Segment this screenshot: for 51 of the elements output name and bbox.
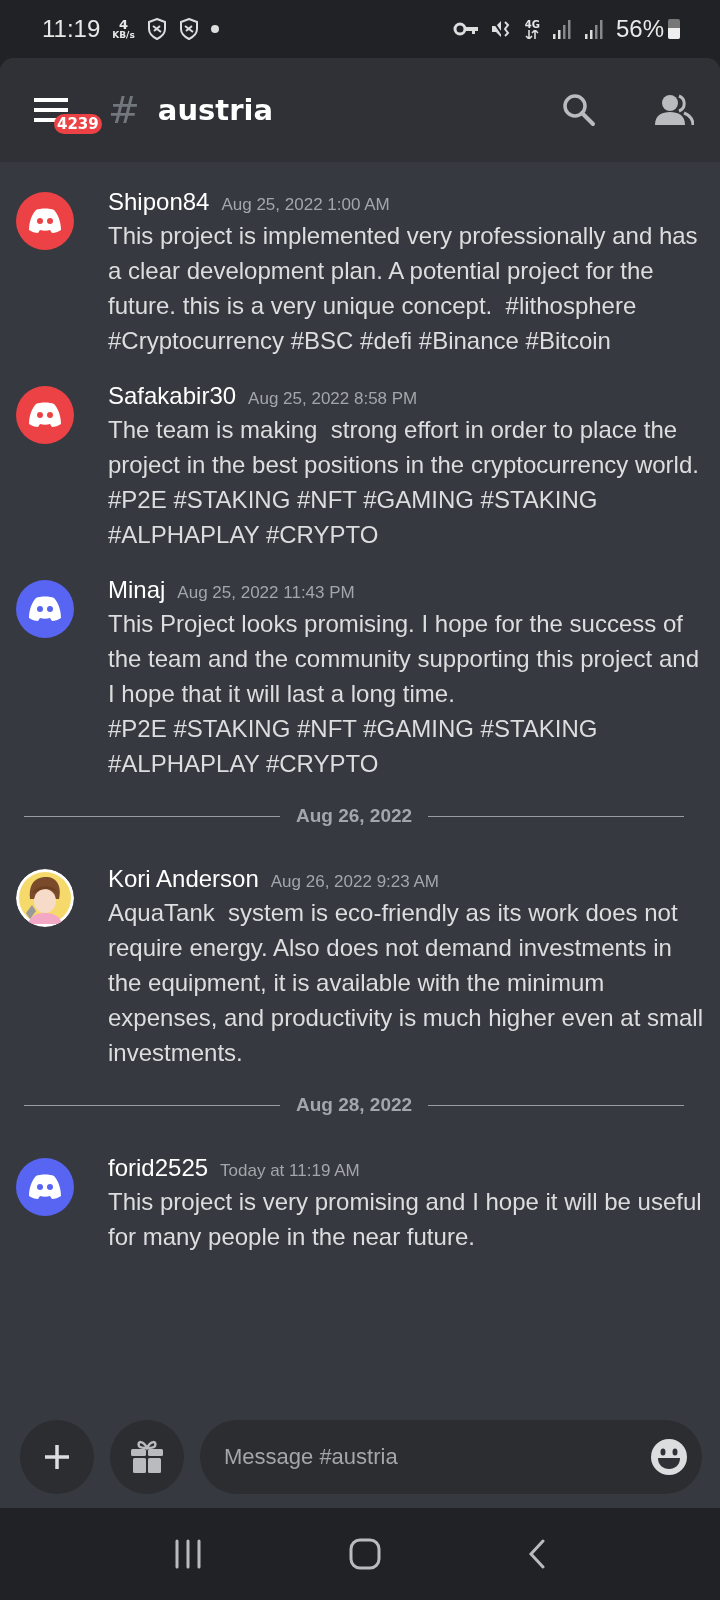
message-text: The team is making strong effort in order to place the project in the best positions in the cryptocurrency world. #P2E #STAKING #NFT #GAMING #STAKING #ALPHAPLAY #CRYPTO: [108, 415, 700, 550]
author-name[interactable]: Minaj: [108, 576, 166, 604]
members-icon[interactable]: [654, 94, 694, 126]
back-icon[interactable]: [527, 1539, 547, 1569]
shield-icon: [146, 18, 167, 40]
data-arrows-icon: [525, 29, 540, 39]
message-field[interactable]: Message #austria: [222, 1443, 650, 1471]
search-icon[interactable]: [562, 93, 596, 127]
message-text: This Project looks promising. I hope for the success of the team and the community supporting this project and I hope that it will last a long time. #P2E #STAKING #NFT #GAMING #STAKING #ALPHAPLAY #CRYPTO: [108, 609, 700, 779]
author-name[interactable]: forid2525: [108, 1154, 209, 1182]
message-time: Aug 25, 2022 8:58 PM: [248, 389, 418, 409]
message-text: This project is very promising and I hope it will be useful for many people in the near future.: [108, 1187, 703, 1252]
avatar[interactable]: [16, 386, 74, 444]
plus-icon: [43, 1443, 71, 1471]
date-divider: Aug 26, 2022: [295, 805, 413, 827]
battery-percent: 56%: [615, 15, 664, 43]
message-text: AquaTank system is eco-friendly as its work does not require energy. Also does not demand investments in the equipment, it is available with the minimum expenses, and productivity is much higher even at small investments.: [108, 898, 704, 1068]
recents-icon[interactable]: [173, 1539, 203, 1569]
key-icon: [452, 22, 479, 36]
author-name[interactable]: Kori Anderson: [108, 865, 259, 893]
network-type: 4G: [524, 19, 540, 30]
controller-face-icon: [28, 1174, 62, 1200]
gift-icon: [128, 1438, 166, 1476]
speed-value: 4: [119, 18, 129, 31]
status-time: 11:19: [42, 15, 101, 43]
controller-face-icon: [28, 596, 62, 622]
message-time: Aug 25, 2022 1:00 AM: [221, 195, 390, 215]
speed-unit: KB/s: [112, 31, 135, 40]
battery-icon: [668, 19, 680, 39]
emoji-icon[interactable]: [650, 1438, 688, 1476]
avatar[interactable]: [16, 192, 74, 250]
channel-hash: #: [108, 88, 140, 132]
dot-icon: [210, 25, 219, 33]
author-name[interactable]: Safakabir30: [108, 382, 237, 410]
signal-icon: [551, 19, 572, 39]
controller-face-icon: [28, 402, 62, 428]
message-text: This project is implemented very professionally and has a clear development plan. A potential project for the future. this is a very unique concept. #lithosphere #Cryptocurrency #BSC #defi #Binance #Bitcoin: [108, 221, 699, 356]
avatar[interactable]: [16, 1158, 74, 1216]
message-bar[interactable]: Message #austria: [200, 1420, 702, 1494]
date-divider: Aug 28, 2022: [295, 1094, 413, 1116]
home-icon[interactable]: [349, 1538, 381, 1570]
message-time: Aug 25, 2022 11:43 PM: [177, 583, 355, 603]
signal-icon: [583, 19, 604, 39]
message-time: Aug 26, 2022 9:23 AM: [270, 872, 439, 892]
controller-face-icon: [28, 208, 62, 234]
message-time: Today at 11:19 AM: [220, 1161, 360, 1181]
shield-icon: [178, 18, 199, 40]
unread-badge: 4239: [54, 114, 102, 134]
avatar[interactable]: [16, 580, 74, 638]
channel-name: austria: [157, 93, 273, 127]
author-name[interactable]: Shipon84: [108, 188, 210, 216]
